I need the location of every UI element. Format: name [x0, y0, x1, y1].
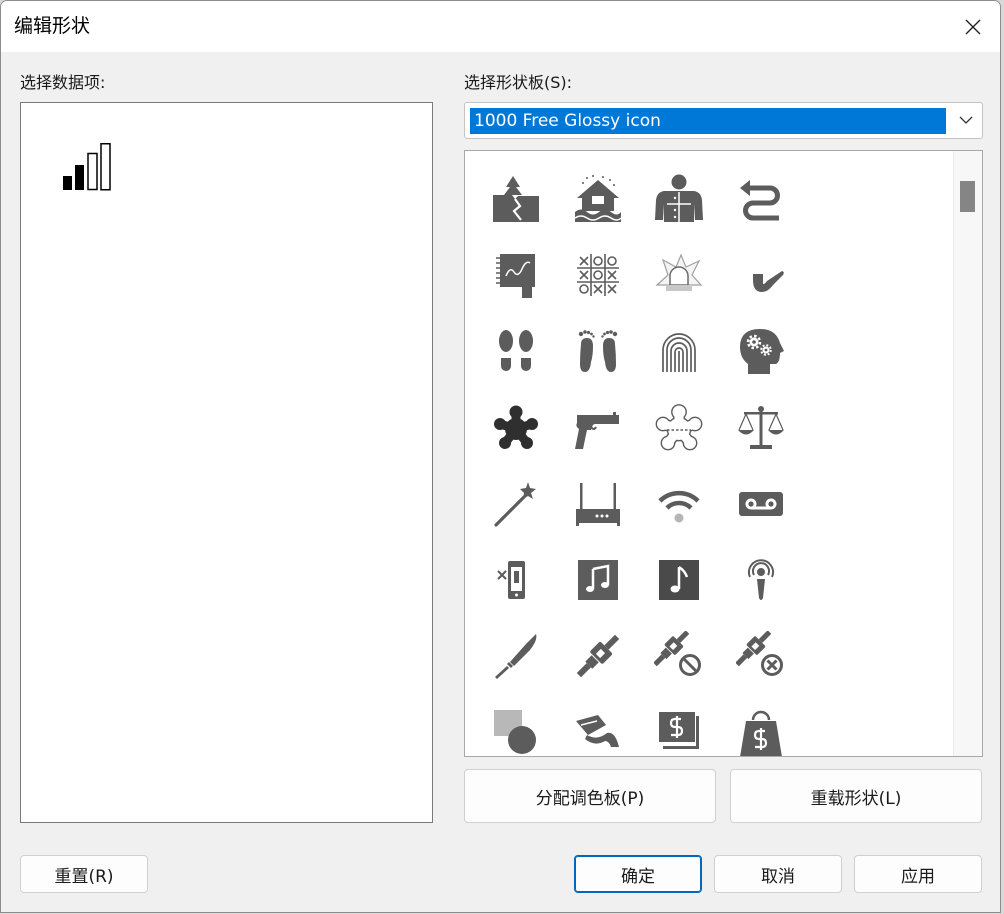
chevron-down-icon — [959, 116, 973, 124]
scales-icon — [738, 405, 785, 449]
shape-option[interactable] — [733, 628, 789, 684]
data-item[interactable] — [62, 143, 112, 193]
shape-option[interactable] — [488, 552, 544, 608]
pipe-icon — [739, 271, 784, 293]
shape-grid — [465, 151, 953, 756]
body-outline-dashed-icon — [655, 403, 703, 450]
scrollbar[interactable] — [953, 151, 982, 756]
wifi-icon — [658, 490, 700, 523]
shape-option[interactable] — [570, 247, 626, 303]
shape-option[interactable] — [651, 171, 707, 227]
shape-option[interactable] — [570, 476, 626, 532]
close-icon — [965, 19, 981, 35]
shape-option[interactable] — [651, 476, 707, 532]
shape-option[interactable] — [570, 552, 626, 608]
shape-option[interactable] — [488, 400, 544, 456]
shape-option[interactable] — [651, 323, 707, 379]
earthquake-icon — [493, 176, 539, 222]
shape-option[interactable] — [488, 476, 544, 532]
scrollbar-thumb[interactable] — [960, 181, 975, 212]
tic-tac-toe-icon — [576, 254, 619, 297]
router-icon — [575, 482, 620, 526]
title-bar: 编辑形状 — [1, 1, 1000, 52]
music-note-icon — [659, 560, 700, 600]
reset-button[interactable]: 重置(R) — [20, 855, 148, 893]
reload-shapes-button[interactable]: 重载形状(L) — [730, 769, 982, 823]
magic-wand-icon — [494, 481, 536, 527]
sketchbook-icon — [496, 254, 535, 299]
podcast-icon — [748, 559, 775, 600]
shape-option[interactable] — [651, 704, 707, 756]
assign-palette-button[interactable]: 分配调色板(P) — [464, 769, 716, 823]
shoe-prints-icon — [499, 330, 533, 372]
music-notes-icon — [577, 560, 618, 600]
shape-option[interactable] — [570, 704, 626, 756]
shopping-bag-dollar-icon — [740, 711, 782, 756]
data-items-label: 选择数据项: — [20, 73, 106, 92]
shape-option[interactable] — [733, 704, 789, 756]
shape-option[interactable] — [733, 247, 789, 303]
edit-shape-dialog: 编辑形状 选择数据项: 选择形状板(S): 1000 Free Glossy i… — [0, 0, 1001, 913]
flood-house-icon — [574, 175, 622, 222]
pistol-icon — [574, 411, 619, 449]
close-button[interactable] — [956, 11, 990, 43]
seatbelt-cancel-icon — [736, 631, 784, 677]
shape-option[interactable] — [733, 552, 789, 608]
shape-option[interactable] — [570, 628, 626, 684]
shape-option[interactable] — [488, 171, 544, 227]
siren-icon — [655, 253, 703, 292]
phone-x-icon — [497, 561, 525, 599]
shape-option[interactable] — [733, 323, 789, 379]
straitjacket-icon — [655, 174, 704, 222]
shape-option[interactable] — [733, 171, 789, 227]
shape-option[interactable] — [488, 704, 544, 756]
shape-option[interactable] — [733, 400, 789, 456]
shape-option[interactable] — [570, 323, 626, 379]
head-gears-icon — [740, 329, 785, 375]
ok-button[interactable]: 确定 — [574, 855, 702, 893]
shape-option[interactable] — [651, 400, 707, 456]
shape-option[interactable] — [651, 552, 707, 608]
knife-icon — [495, 634, 537, 680]
voicemail-icon — [739, 491, 784, 516]
shape-option[interactable] — [488, 323, 544, 379]
shape-grid-panel — [464, 150, 983, 757]
shape-option[interactable] — [651, 247, 707, 303]
signal-bars-icon — [63, 143, 111, 191]
body-outline-icon — [494, 405, 538, 449]
data-items-list[interactable] — [20, 102, 433, 823]
shapes-icon — [494, 710, 536, 755]
fingerprint-icon — [662, 333, 697, 373]
shape-option[interactable] — [488, 628, 544, 684]
dialog-title: 编辑形状 — [14, 15, 91, 37]
dropdown-selected-value: 1000 Free Glossy icon — [470, 108, 946, 134]
shape-option[interactable] — [488, 247, 544, 303]
seatbelt-prohibited-icon — [654, 631, 702, 677]
shape-option[interactable] — [570, 171, 626, 227]
hand-bowl-icon — [575, 715, 619, 748]
shape-option[interactable] — [570, 400, 626, 456]
cancel-button[interactable]: 取消 — [714, 855, 842, 893]
seatbelt-icon — [576, 634, 619, 678]
shape-palette-label: 选择形状板(S): — [464, 73, 573, 92]
apply-button[interactable]: 应用 — [854, 855, 982, 893]
money-icon — [659, 712, 700, 750]
shape-option[interactable] — [651, 628, 707, 684]
shape-palette-dropdown[interactable]: 1000 Free Glossy icon — [464, 102, 983, 139]
return-arrow-icon — [740, 180, 781, 221]
bare-footprints-icon — [578, 330, 617, 373]
shape-option[interactable] — [733, 476, 789, 532]
